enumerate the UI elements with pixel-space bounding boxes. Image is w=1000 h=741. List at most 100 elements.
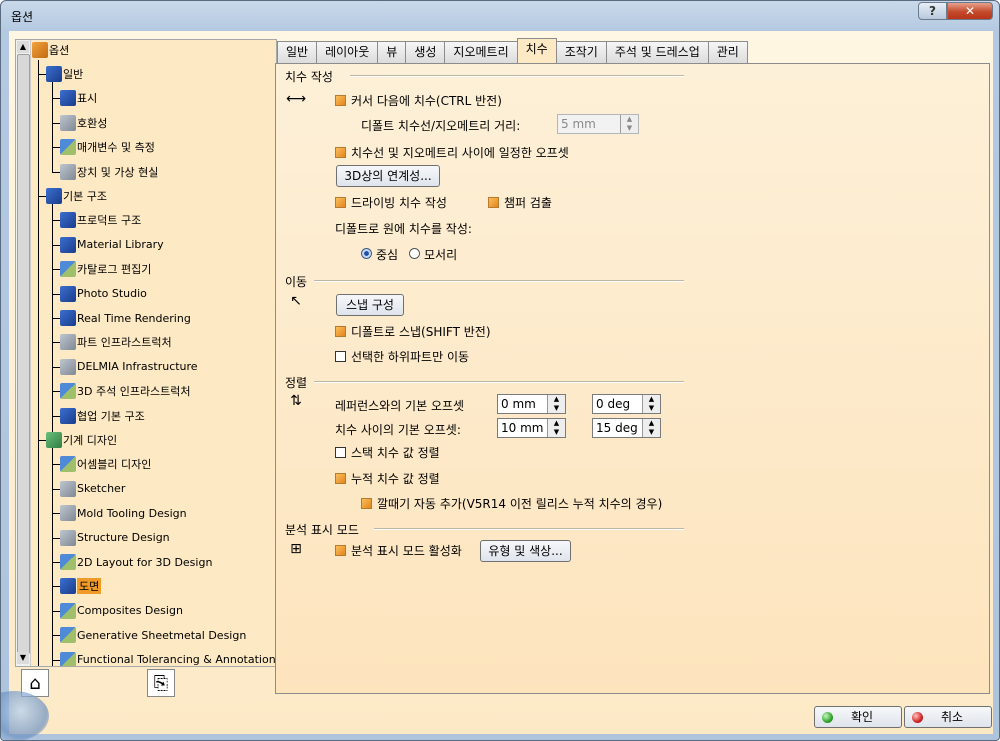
ref-offset-mm-field[interactable]: 0 mm ▲ ▼ <box>497 394 566 414</box>
tab-4[interactable]: 지오메트리 <box>444 41 518 63</box>
tab-3[interactable]: 생성 <box>405 41 446 63</box>
chamfer-detection-checkbox[interactable] <box>488 197 499 208</box>
tree-item-product-structure[interactable]: 프로덕트 구조 <box>60 210 141 230</box>
circle-default-label: 디폴트로 원에 치수를 작성: <box>335 222 472 236</box>
photo-studio-icon <box>60 285 76 302</box>
tree-connector <box>52 318 60 319</box>
assembly-design-icon <box>60 456 76 473</box>
tree-item-label: 프로덕트 구조 <box>77 214 142 228</box>
between-offset-mm-field[interactable]: 10 mm ▲ ▼ <box>497 418 566 438</box>
ok-led-icon <box>822 712 833 723</box>
spin-arrows[interactable]: ▲ ▼ <box>620 115 638 133</box>
funnel-auto-checkbox[interactable] <box>361 498 372 509</box>
tree-connector <box>52 269 60 271</box>
options-tree[interactable]: ▲ ▼ 옵션 일반표시호환성매개변수 및 측정장치 및 가상 현실기본 구조프로… <box>15 39 277 667</box>
tab-5[interactable]: 치수 <box>516 38 557 63</box>
tree-item-devices-vr[interactable]: 장치 및 가상 현실 <box>60 162 158 182</box>
ok-button[interactable]: 확인 <box>814 706 902 728</box>
tree-scrollbar[interactable]: ▲ ▼ <box>16 40 31 666</box>
tab-6[interactable]: 조작기 <box>555 41 607 63</box>
tab-2[interactable]: 뷰 <box>377 41 407 63</box>
close-button[interactable]: ✕ <box>947 2 993 20</box>
tree-item-parameters[interactable]: 매개변수 및 측정 <box>60 137 155 157</box>
tree-item-label: Material Library <box>77 238 164 252</box>
export-options-icon[interactable]: ⎘ <box>147 669 175 697</box>
tree-item-mechanical-design[interactable]: 기계 디자인 <box>46 430 117 450</box>
tree-item-general[interactable]: 일반 <box>46 64 83 84</box>
tree-item-photo-studio[interactable]: Photo Studio <box>60 284 147 304</box>
tree-connector <box>52 659 60 661</box>
tree-item-tolerancing[interactable]: Functional Tolerancing & Annotation <box>60 650 276 666</box>
follow-cursor-checkbox[interactable] <box>335 95 346 106</box>
analysis-enable-checkbox[interactable] <box>335 545 346 556</box>
associativity-3d-button[interactable]: 3D상의 연계성... <box>336 165 440 187</box>
spin-arrows[interactable]: ▲ ▼ <box>642 395 660 413</box>
tree-item-part-infrastructure[interactable]: 파트 인프라스트럭처 <box>60 332 172 352</box>
tree-connector <box>52 586 60 588</box>
tab-0[interactable]: 일반 <box>277 41 318 63</box>
center-radio[interactable] <box>361 248 372 259</box>
default-distance-field[interactable]: 5 mm ▲ ▼ <box>557 114 639 134</box>
tree-item-3d-annotation[interactable]: 3D 주석 인프라스트럭처 <box>60 381 191 401</box>
section-title-move: 이동 <box>285 275 308 289</box>
tree-connector <box>52 537 60 539</box>
driving-dimensions-checkbox[interactable] <box>335 197 346 208</box>
move-subpart-checkbox[interactable] <box>335 351 346 362</box>
tree-item-display[interactable]: 표시 <box>60 88 97 108</box>
tree-item-catalog-editor[interactable]: 카탈로그 편집기 <box>60 259 151 279</box>
between-offset-deg-field[interactable]: 15 deg ▲ ▼ <box>592 418 661 438</box>
tree-item-assembly-design[interactable]: 어셈블리 디자인 <box>60 454 151 474</box>
tree-item-structure-design[interactable]: Structure Design <box>60 528 170 548</box>
tree-item-composites[interactable]: Composites Design <box>60 601 183 621</box>
tree-item-sketcher[interactable]: Sketcher <box>60 479 125 499</box>
tree-connector <box>52 635 60 637</box>
snap-config-button[interactable]: 스냅 구성 <box>336 294 404 316</box>
help-button[interactable]: ? <box>918 2 947 20</box>
stack-align-checkbox[interactable] <box>335 447 346 458</box>
tab-8[interactable]: 관리 <box>707 41 748 63</box>
section-title-dimension-creation: 치수 작성 <box>285 70 333 84</box>
edge-radio[interactable] <box>409 248 420 259</box>
window-title: 옵션 <box>11 10 34 24</box>
scroll-down-arrow[interactable]: ▼ <box>17 652 29 664</box>
tree-item-collaboration[interactable]: 협업 기본 구조 <box>60 406 145 426</box>
spin-arrows[interactable]: ▲ ▼ <box>547 395 565 413</box>
cumulate-align-checkbox[interactable] <box>335 473 346 484</box>
tree-item-material-library[interactable]: Material Library <box>60 235 164 255</box>
analysis-enable-label: 분석 표시 모드 활성화 <box>351 544 462 558</box>
tree-connector <box>52 200 53 434</box>
default-snap-checkbox[interactable] <box>335 326 346 337</box>
tree-item-real-time-rendering[interactable]: Real Time Rendering <box>60 308 191 328</box>
tree-item-label: 기본 구조 <box>63 190 107 203</box>
tree-item-label: 장치 및 가상 현실 <box>77 165 159 179</box>
display-icon <box>60 90 76 107</box>
spin-arrows[interactable]: ▲ ▼ <box>547 419 565 437</box>
cancel-button[interactable]: 취소 <box>904 706 992 728</box>
ref-offset-label: 레퍼런스와의 기본 오프셋 <box>335 399 465 413</box>
dialog-client: ▲ ▼ 옵션 일반표시호환성매개변수 및 측정장치 및 가상 현실기본 구조프로… <box>1 31 993 740</box>
tree-item-compatibility[interactable]: 호환성 <box>60 113 107 133</box>
tree-item-infrastructure[interactable]: 기본 구조 <box>46 186 107 206</box>
dimension-tab-panel: 치수 작성 ⟷ 커서 다음에 치수(CTRL 반전) 디폴트 치수선/지오메트리… <box>275 63 990 694</box>
tree-item-label: Composites Design <box>77 604 183 618</box>
tree-item-2d-layout[interactable]: 2D Layout for 3D Design <box>60 552 212 572</box>
tree-item-drafting[interactable]: 도면 <box>60 576 102 596</box>
spin-arrows[interactable]: ▲ ▼ <box>642 419 660 437</box>
tree-item-mold-tooling[interactable]: Mold Tooling Design <box>60 503 187 523</box>
tree-connector <box>52 562 60 563</box>
tree-item-sheetmetal[interactable]: Generative Sheetmetal Design <box>60 625 246 645</box>
scroll-up-arrow[interactable]: ▲ <box>17 41 29 53</box>
drafting-icon <box>60 578 76 595</box>
mold-tooling-icon <box>60 505 76 522</box>
tab-7[interactable]: 주석 및 드레스업 <box>605 41 709 63</box>
scroll-thumb[interactable] <box>17 54 30 654</box>
tree-item-root[interactable]: 옵션 <box>32 40 69 60</box>
tree-connector <box>38 196 46 197</box>
ref-offset-deg-field[interactable]: 0 deg ▲ ▼ <box>592 394 661 414</box>
types-colors-button[interactable]: 유형 및 색상... <box>480 540 571 562</box>
tolerancing-icon <box>60 651 76 666</box>
tab-1[interactable]: 레이아웃 <box>316 41 379 63</box>
infrastructure-icon <box>46 188 62 204</box>
constant-offset-checkbox[interactable] <box>335 147 346 158</box>
tree-item-delmia-infrastructure[interactable]: DELMIA Infrastructure <box>60 357 198 377</box>
